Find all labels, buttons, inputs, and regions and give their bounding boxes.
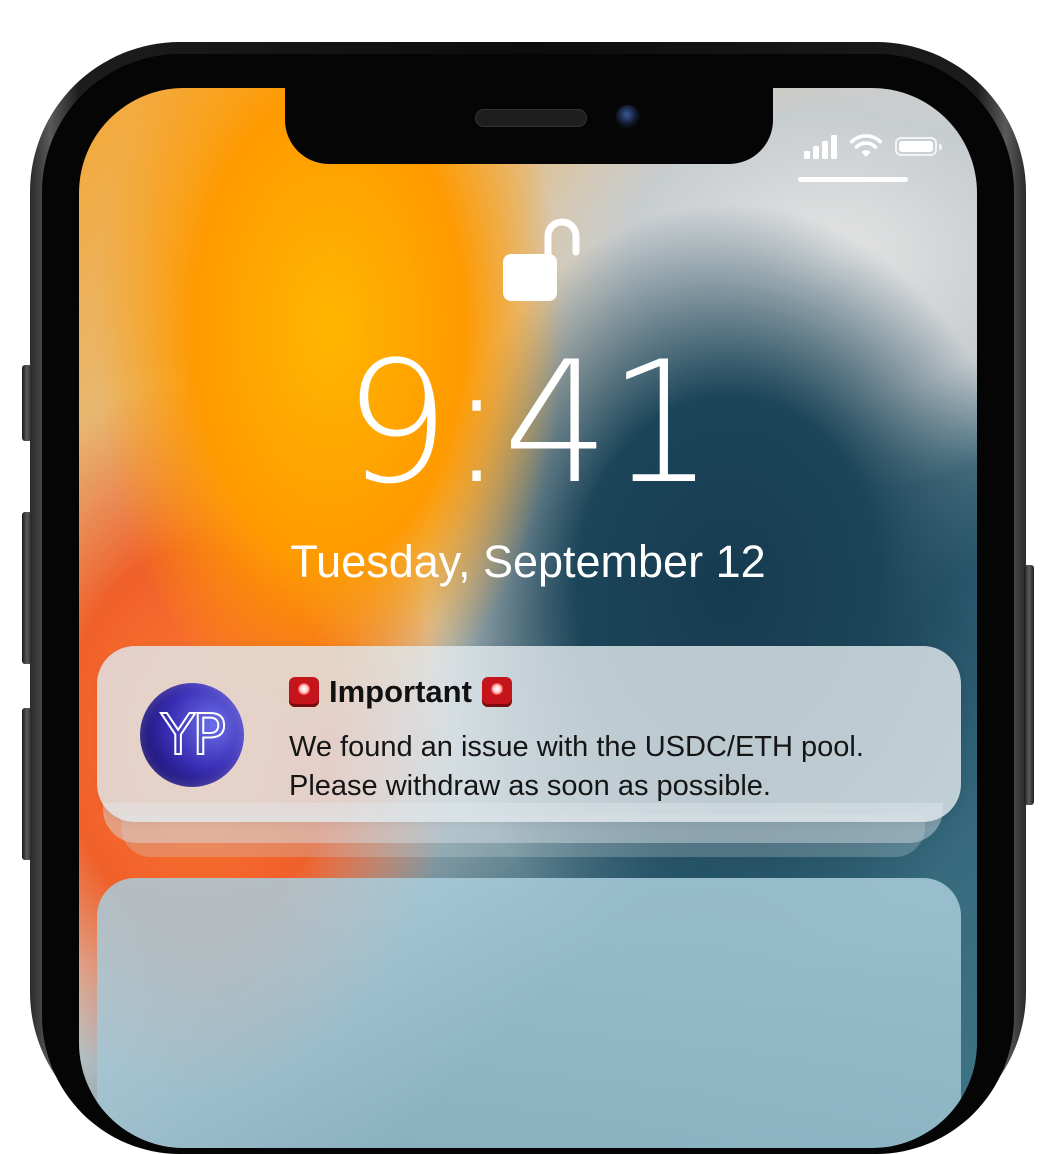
front-camera [616,105,640,129]
mute-switch [22,365,32,441]
notification-card[interactable] [97,878,961,1148]
volume-down-button [22,708,32,860]
lockscreen-date: Tuesday, September 12 [290,536,766,587]
lockscreen-clock: 9:41 [343,325,714,521]
battery-icon [895,136,942,156]
unlocked-padlock-icon [503,218,580,301]
lock-screen: 9:41 Tuesday, September 12 YP Important … [79,88,977,1148]
police-light-icon [481,677,512,707]
status-bar [804,133,942,159]
volume-up-button [22,512,32,664]
notification-card[interactable]: YP Important We found an issue with the … [97,646,961,822]
power-button [1024,565,1034,805]
notification-title-row: Important [289,674,512,710]
notification-title: Important [329,674,472,709]
app-initials: YP [160,702,227,769]
app-avatar: YP [140,683,244,787]
police-light-icon [289,677,319,707]
earpiece-speaker [475,109,587,127]
cellular-signal-icon [804,133,837,159]
wifi-icon [850,134,882,157]
notification-body: We found an issue with the USDC/ETH pool… [289,731,864,802]
control-center-indicator[interactable] [798,177,908,182]
notch [285,88,773,164]
